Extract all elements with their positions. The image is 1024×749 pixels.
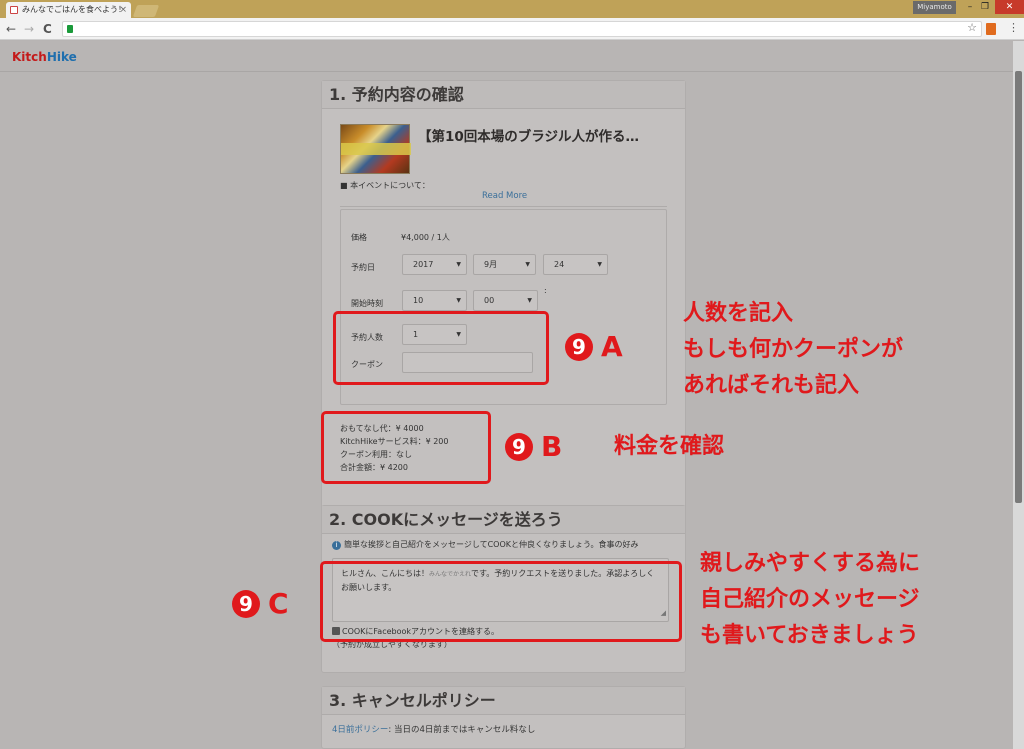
annotation-note-c-2: 自己紹介のメッセージ (700, 587, 920, 612)
kitchhike-logo[interactable]: KitchHike (12, 50, 77, 64)
annotation-box-c (320, 561, 682, 642)
scrollbar-thumb[interactable] (1015, 71, 1022, 503)
lock-icon (67, 25, 73, 33)
forward-icon[interactable]: → (24, 21, 34, 37)
cancel-policy-text: 4日前ポリシー: 当日の4日前まではキャンセル料なし (332, 725, 536, 735)
event-about-label: ■ 本イベントについて： (340, 181, 430, 190)
annotation-note-a-3: あればそれも記入 (683, 373, 860, 398)
back-icon[interactable]: ← (6, 21, 16, 37)
start-time-label: 開始時刻 (351, 299, 383, 308)
minute-select[interactable]: 00 ▼ (473, 290, 538, 311)
dropdown-arrow-icon: ▼ (597, 261, 602, 268)
month-select[interactable]: 9月 ▼ (473, 254, 536, 275)
annotation-label-c: 9C (232, 588, 289, 620)
message-hint: i 簡単な挨拶と自己紹介をメッセージしてCOOKと仲良くなりましょう。食事の好み (332, 539, 639, 550)
section-heading: 2. COOKにメッセージを送ろう (322, 506, 685, 534)
event-title[interactable]: 【第10回本場のブラジル人が作る… (418, 125, 639, 145)
step-number-icon: 9 (505, 433, 533, 461)
site-favicon-icon (10, 6, 18, 14)
new-tab-button[interactable] (132, 5, 160, 17)
browser-toolbar: ← → C ☆ ⋮ (0, 18, 1024, 40)
annotation-note-c-1: 親しみやすくする為に (700, 551, 921, 576)
annotation-note-b: 料金を確認 (614, 434, 725, 459)
hour-select[interactable]: 10 ▼ (402, 290, 467, 311)
date-label: 予約日 (351, 263, 375, 272)
page-scrollbar[interactable] (1013, 41, 1024, 749)
read-more-link[interactable]: Read More (482, 191, 527, 201)
tab-close-icon[interactable]: × (119, 2, 127, 18)
dropdown-arrow-icon: ▼ (456, 297, 461, 304)
price-label: 価格 (351, 233, 367, 242)
year-select[interactable]: 2017 ▼ (402, 254, 467, 275)
event-thumbnail[interactable] (340, 124, 411, 174)
office-extension-icon[interactable] (986, 23, 996, 35)
address-bar[interactable]: ☆ (62, 21, 982, 37)
annotation-box-a (333, 311, 549, 385)
step-number-icon: 9 (232, 590, 260, 618)
annotation-note-c-3: も書いておきましょう (700, 623, 919, 648)
cancel-policy-section: 3. キャンセルポリシー 4日前ポリシー: 当日の4日前まではキャンセル料なし (321, 686, 686, 749)
step-number-icon: 9 (565, 333, 593, 361)
profile-name-badge[interactable]: Miyamoto (913, 1, 956, 14)
tab-title: みんなでごはんを食べよう！ (22, 5, 126, 14)
annotation-label-b: 9B (505, 431, 562, 463)
day-select[interactable]: 24 ▼ (543, 254, 608, 275)
browser-menu-icon[interactable]: ⋮ (1008, 21, 1019, 34)
bookmark-star-icon[interactable]: ☆ (967, 21, 977, 34)
section-heading: 3. キャンセルポリシー (322, 687, 685, 715)
annotation-note-a-1: 人数を記入 (683, 301, 794, 326)
price-value: ¥4,000 / 1人 (401, 233, 450, 242)
divider (340, 206, 667, 207)
dropdown-arrow-icon: ▼ (527, 297, 532, 304)
time-colon: : (544, 286, 547, 295)
annotation-note-a-2: もしも何かクーポンが (683, 337, 904, 362)
browser-tab[interactable]: みんなでごはんを食べよう！ × (6, 2, 131, 18)
dropdown-arrow-icon: ▼ (456, 261, 461, 268)
annotation-label-a: 9A (565, 331, 623, 363)
close-window-icon[interactable]: ✕ (995, 0, 1024, 14)
info-icon: i (332, 541, 341, 550)
annotation-box-b (321, 411, 491, 484)
policy-link[interactable]: 4日前ポリシー (332, 725, 388, 735)
section-heading: 1. 予約内容の確認 (322, 81, 685, 109)
dropdown-arrow-icon: ▼ (525, 261, 530, 268)
maximize-icon[interactable]: ❐ (975, 0, 995, 14)
header-divider (0, 71, 1013, 72)
reload-icon[interactable]: C (43, 21, 52, 37)
browser-titlebar: みんなでごはんを食べよう！ × Miyamoto – ❐ ✕ (0, 0, 1024, 18)
